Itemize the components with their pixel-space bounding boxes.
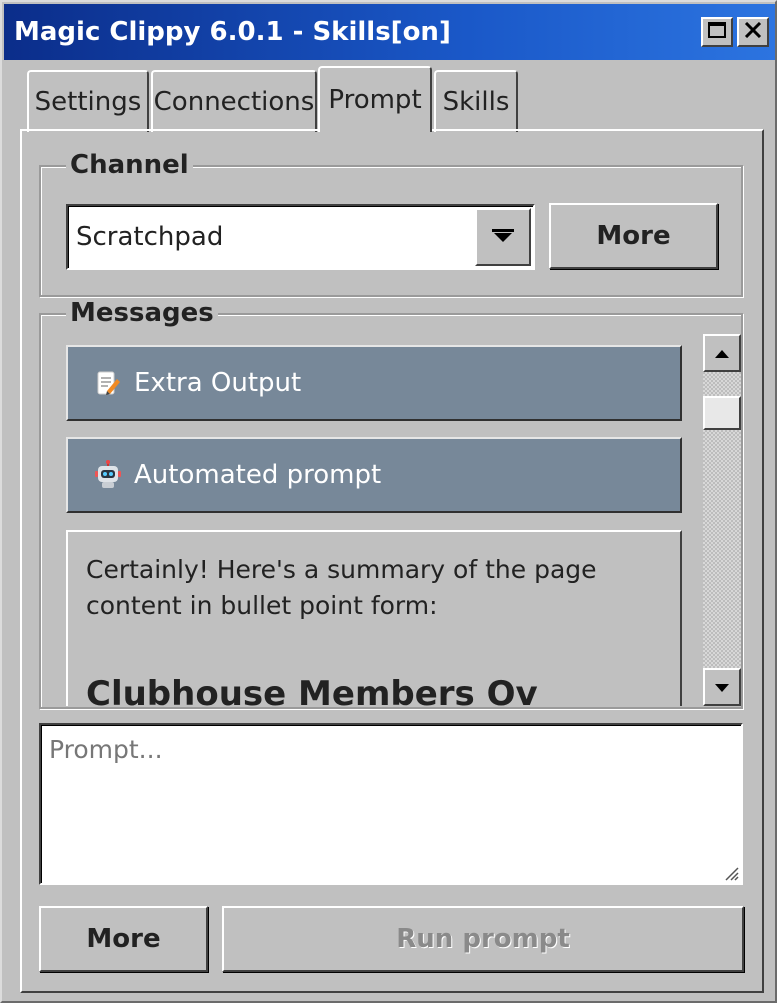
scroll-up-button[interactable] <box>703 334 741 372</box>
tab-settings[interactable]: Settings <box>27 70 149 132</box>
message-item[interactable]: Automated prompt <box>66 437 682 513</box>
memo-pencil-icon <box>92 367 124 399</box>
chevron-down-icon <box>491 228 515 247</box>
channel-more-button[interactable]: More <box>549 203 718 269</box>
resize-grip-icon[interactable] <box>720 862 740 882</box>
message-item[interactable]: Extra Output <box>66 345 682 421</box>
messages-legend: Messages <box>66 298 218 328</box>
message-label: Extra Output <box>134 368 302 398</box>
channel-select-value: Scratchpad <box>76 222 224 252</box>
tab-connections[interactable]: Connections <box>151 70 317 132</box>
prompt-input[interactable] <box>39 723 743 885</box>
scroll-thumb[interactable] <box>703 396 741 430</box>
channel-select[interactable]: Scratchpad <box>66 204 535 270</box>
channel-dropdown-button[interactable] <box>475 208 531 266</box>
channel-legend: Channel <box>66 150 193 180</box>
maximize-icon <box>708 22 726 42</box>
window-title: Magic Clippy 6.0.1 - Skills[on] <box>14 17 451 47</box>
title-bar[interactable]: Magic Clippy 6.0.1 - Skills[on] <box>4 4 775 60</box>
more-button[interactable]: More <box>39 906 208 972</box>
message-label: Automated prompt <box>134 460 382 490</box>
arrow-down-icon <box>714 678 730 697</box>
app-window: Magic Clippy 6.0.1 - Skills[on] Settings… <box>0 0 777 1003</box>
maximize-button[interactable] <box>701 17 733 47</box>
tab-skills[interactable]: Skills <box>434 70 518 132</box>
assistant-reply: Certainly! Here's a summary of the page … <box>66 530 682 706</box>
messages-scrollbar[interactable] <box>703 334 741 706</box>
robot-icon <box>92 459 124 491</box>
close-button[interactable] <box>737 17 769 47</box>
tab-prompt[interactable]: Prompt <box>318 66 432 132</box>
scroll-down-button[interactable] <box>703 668 741 706</box>
reply-text: Certainly! Here's a summary of the page … <box>86 555 597 620</box>
run-prompt-button[interactable]: Run prompt <box>222 906 744 972</box>
close-icon <box>744 21 762 42</box>
arrow-up-icon <box>714 344 730 363</box>
reply-heading: Clubhouse Members Ov <box>86 674 538 706</box>
